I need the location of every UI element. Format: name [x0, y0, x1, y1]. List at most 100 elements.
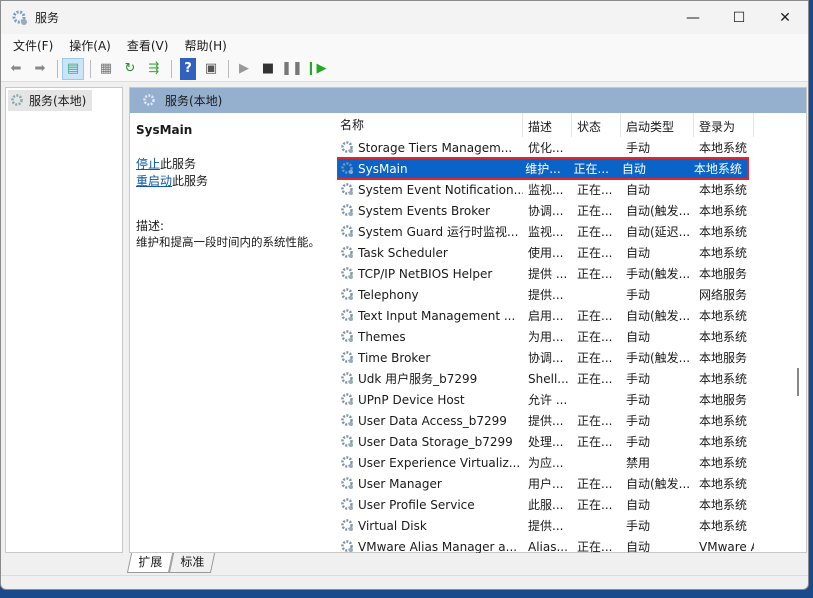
cell-name: User Experience Virtualiz... [337, 455, 523, 470]
stop-service-link[interactable]: 停止 [136, 157, 160, 171]
gear-icon [341, 351, 353, 363]
cell-status: 正在... [572, 475, 621, 492]
table-row[interactable]: System Event Notification... 监视... 正在... 自动… [337, 179, 792, 200]
table-row[interactable]: User Data Access_b7299 提供... 正在... 手动 本地系统 [337, 410, 792, 431]
table-row[interactable]: Themes 为用... 正在... 自动 本地系统 [337, 326, 792, 347]
tab-standard[interactable]: 标准 [168, 553, 216, 573]
cell-log-on-as: VMware Alias Manager a... [694, 540, 754, 554]
table-row[interactable]: Task Scheduler 使用... 正在... 自动 本地系统 [337, 242, 792, 263]
cell-text: 自动 [626, 540, 651, 553]
minimize-button[interactable]: — [670, 1, 716, 34]
cell-log-on-as: 本地服务 [694, 349, 754, 366]
cell-status: 正在... [572, 328, 621, 345]
cell-name: TCP/IP NetBIOS Helper [337, 266, 523, 281]
cell-text: 本地系统 [699, 246, 748, 260]
menu-action[interactable]: 操作(A) [61, 37, 119, 54]
cell-text: 本地服务 [699, 351, 748, 365]
close-button[interactable]: ✕ [762, 1, 808, 34]
scrollbar-thumb[interactable] [797, 368, 799, 396]
export-list-icon[interactable]: ⇶ [143, 58, 165, 80]
cell-name: User Manager [337, 476, 523, 491]
restart-service-link[interactable]: 重启动 [136, 174, 172, 188]
table-row[interactable]: System Guard 运行时监视... 监视... 正在... 自动(延迟... 本… [337, 221, 792, 242]
cell-text: VMware Alias Manager a... [699, 539, 754, 554]
gear-icon [143, 94, 155, 106]
cell-text: 本地系统 [699, 456, 748, 470]
cell-text: 提供 ... [528, 267, 568, 281]
back-arrow-icon[interactable]: ⬅ [5, 58, 27, 80]
pause-icon[interactable]: ❚❚ [281, 58, 303, 80]
column-status[interactable]: 状态 [572, 113, 621, 137]
properties-icon[interactable]: ▦ [95, 58, 117, 80]
column-description[interactable]: 描述 [523, 113, 572, 137]
cell-text: 正在... [577, 204, 613, 218]
cell-text: 为应... [528, 456, 564, 470]
cell-status: 正在... [572, 202, 621, 219]
table-row[interactable]: Text Input Management ... 启用... 正在... 自动(触发… [337, 305, 792, 326]
pane-header: 服务(本地) [130, 88, 806, 113]
cell-text: 维护... [525, 162, 561, 176]
table-row[interactable]: Telephony 提供... 手动 网络服务 [337, 284, 792, 305]
table-row[interactable]: Time Broker 协调... 正在... 手动(触发... 本地服务 [337, 347, 792, 368]
cell-status: 正在... [572, 538, 621, 553]
table-row[interactable]: TCP/IP NetBIOS Helper 提供 ... 正在... 手动(触发...… [337, 263, 792, 284]
table-row[interactable]: Udk 用户服务_b7299 Shell... 正在... 手动 本地系统 [337, 368, 792, 389]
table-row[interactable]: System Events Broker 协调... 正在... 自动(触发... 本地… [337, 200, 792, 221]
cell-description: 启用... [523, 307, 572, 324]
table-row[interactable]: UPnP Device Host 允许 ... 手动 本地服务 [337, 389, 792, 410]
cell-description: 使用... [523, 244, 572, 261]
forward-arrow-icon[interactable]: ➡ [29, 58, 51, 80]
cell-text: 手动 [626, 414, 651, 428]
gear-icon [341, 204, 353, 216]
cell-text: 监视... [528, 183, 564, 197]
help-icon[interactable]: ? [180, 57, 196, 80]
cell-status: 正在... [572, 181, 621, 198]
table-row[interactable]: SysMain 维护... 正在... 自动 本地系统 [337, 157, 749, 180]
gear-icon [341, 330, 353, 342]
menu-help[interactable]: 帮助(H) [176, 37, 234, 54]
cell-text: Time Broker [358, 350, 431, 365]
cell-text: Udk 用户服务_b7299 [358, 372, 478, 386]
tab-extended[interactable]: 扩展 [126, 553, 174, 573]
cell-log-on-as: 本地系统 [694, 244, 754, 261]
tree-node-services-local[interactable]: 服务(本地) [8, 90, 92, 111]
cell-status: 正在... [569, 160, 617, 177]
services-pane: 服务(本地) SysMain 停止此服务 重启动此服务 描述: 维护和提高一段时… [129, 87, 807, 553]
gear-icon [341, 414, 353, 426]
tab-label: 标准 [180, 555, 205, 569]
table-row[interactable]: User Manager 用户... 正在... 自动(触发... 本地系统 [337, 473, 792, 494]
cell-description: 为应... [523, 454, 572, 471]
vertical-scrollbar[interactable] [791, 113, 805, 553]
cell-status: 正在... [572, 223, 621, 240]
menu-view[interactable]: 查看(V) [119, 37, 177, 54]
cell-description: 协调... [523, 349, 572, 366]
show-hide-tree-icon[interactable]: ▤ [62, 57, 84, 80]
cell-startup-type: 自动 [621, 328, 694, 345]
cell-log-on-as: 本地系统 [694, 412, 754, 429]
cell-text: 启用... [528, 309, 564, 323]
table-row[interactable]: User Data Storage_b7299 处理... 正在... 手动 本地系统 [337, 431, 792, 452]
restart-icon[interactable]: ❙▶ [305, 58, 327, 80]
table-row[interactable]: Virtual Disk 提供... 手动 本地系统 [337, 515, 792, 536]
table-row[interactable]: User Profile Service 此服... 正在... 自动 本地系统 [337, 494, 792, 515]
stop-icon[interactable]: ■ [257, 58, 279, 80]
column-log-on-as[interactable]: 登录为 [694, 113, 754, 137]
start-icon[interactable]: ▶ [233, 58, 255, 80]
console-icon[interactable]: ▣ [200, 58, 222, 80]
gear-icon [341, 372, 353, 384]
column-startup-type[interactable]: 启动类型 [621, 113, 694, 137]
table-row[interactable]: User Experience Virtualiz... 为应... 禁用 本地系统 [337, 452, 792, 473]
table-row[interactable]: VMware Alias Manager a... Alias... 正在... 自动… [337, 536, 792, 553]
table-row[interactable]: Storage Tiers Managem... 优化... 手动 本地系统 [337, 137, 792, 158]
cell-text: Shell... [528, 371, 569, 386]
cell-text: 正在... [577, 540, 613, 553]
menu-file[interactable]: 文件(F) [5, 37, 61, 54]
cell-description: 提供... [523, 517, 572, 534]
cell-startup-type: 手动(触发... [621, 349, 694, 366]
maximize-button[interactable]: ☐ [716, 1, 762, 34]
divider [90, 59, 91, 78]
cell-text: 自动 [621, 162, 646, 176]
cell-text: User Data Access_b7299 [358, 413, 507, 428]
cell-startup-type: 自动(触发... [621, 475, 694, 492]
refresh-icon[interactable]: ↻ [119, 58, 141, 80]
